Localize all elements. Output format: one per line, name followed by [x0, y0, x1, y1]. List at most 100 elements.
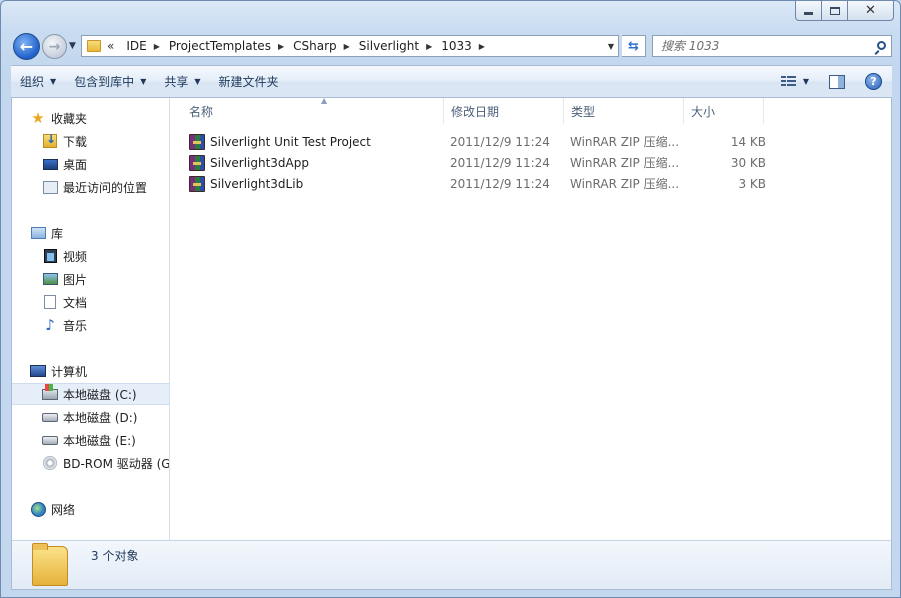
file-type: WinRAR ZIP 压缩... [570, 156, 680, 170]
nav-label: 收藏夹 [51, 111, 88, 126]
close-button[interactable]: ✕ [848, 1, 894, 21]
caption-buttons: ✕ [795, 1, 894, 21]
help-icon[interactable]: ? [865, 73, 882, 90]
column-header-size[interactable]: 大小 [684, 98, 764, 124]
file-list[interactable]: ▲ 名称 修改日期 类型 大小 Silverlight Unit Test Pr… [171, 96, 893, 540]
file-name-cell: Silverlight3dApp [189, 152, 444, 173]
chevron-right-icon[interactable]: ▶ [341, 42, 353, 51]
nav-documents[interactable]: 文档 [12, 291, 169, 313]
back-button[interactable]: ← [13, 33, 40, 60]
downloads-folder-icon [42, 132, 58, 149]
share-button[interactable]: 共享 ▼ [155, 70, 209, 94]
column-label: 名称 [189, 104, 214, 119]
column-header-name[interactable]: ▲ 名称 [182, 96, 444, 124]
refresh-icon: ⇆ [628, 38, 639, 54]
winrar-archive-icon [189, 133, 205, 150]
minimize-icon [804, 12, 813, 15]
search-input[interactable] [653, 37, 871, 55]
nav-recent-places[interactable]: 最近访问的位置 [12, 176, 169, 198]
back-arrow-icon: ← [19, 37, 34, 56]
file-type: WinRAR ZIP 压缩... [570, 177, 680, 191]
file-size: 30 KB [730, 155, 766, 170]
breadcrumb-label: Silverlight [358, 39, 420, 53]
file-row[interactable]: Silverlight Unit Test Project 2011/12/9 … [186, 131, 770, 152]
nav-libraries[interactable]: 库 [12, 222, 169, 244]
chevron-right-icon[interactable]: ▶ [423, 42, 435, 51]
nav-label: 图片 [63, 272, 88, 287]
breadcrumb-label: IDE [126, 39, 147, 53]
forward-arrow-icon: → [48, 38, 61, 55]
search-box [652, 35, 892, 57]
nav-label: 本地磁盘 (E:) [63, 433, 136, 448]
nav-label: 文档 [63, 295, 88, 310]
column-label: 类型 [571, 104, 596, 119]
include-in-library-button[interactable]: 包含到库中 ▼ [65, 70, 155, 94]
nav-network[interactable]: 网络 [12, 498, 169, 520]
breadcrumb-projecttemplates[interactable]: ProjectTemplates ▶ [165, 39, 287, 53]
video-icon [42, 248, 58, 264]
nav-drive-e[interactable]: 本地磁盘 (E:) [12, 429, 169, 451]
forward-button[interactable]: → [42, 34, 67, 59]
nav-favorites[interactable]: ★ 收藏夹 [12, 107, 169, 129]
chevron-right-icon[interactable]: ▶ [151, 42, 163, 51]
column-header-modified[interactable]: 修改日期 [444, 98, 564, 124]
breadcrumb-silverlight[interactable]: Silverlight ▶ [355, 39, 435, 53]
address-bar[interactable]: « IDE ▶ ProjectTemplates ▶ CSharp ▶ Silv… [81, 35, 619, 57]
nav-pictures[interactable]: 图片 [12, 268, 169, 290]
breadcrumb-csharp[interactable]: CSharp ▶ [289, 39, 353, 53]
nav-label: 本地磁盘 (C:) [63, 387, 137, 402]
column-header-type[interactable]: 类型 [564, 98, 684, 124]
navigation-pane[interactable]: ★ 收藏夹 下载 桌面 最近访问的位置 库 视频 [12, 98, 170, 540]
sort-ascending-icon: ▲ [321, 96, 328, 105]
document-icon [42, 294, 58, 310]
search-icon[interactable] [871, 40, 891, 51]
hard-drive-icon [42, 409, 58, 425]
nav-music[interactable]: ♪ 音乐 [12, 314, 169, 336]
breadcrumb-overflow[interactable]: « [107, 39, 114, 53]
toolbar-right-group: ▼ ? [780, 73, 892, 90]
chevron-down-icon: ▼ [140, 77, 147, 86]
organize-button[interactable]: 组织 ▼ [11, 70, 65, 94]
system-drive-icon [42, 383, 58, 402]
nav-videos[interactable]: 视频 [12, 245, 169, 267]
file-row[interactable]: Silverlight3dLib 2011/12/9 11:24 WinRAR … [186, 173, 770, 194]
file-name: Silverlight3dLib [210, 176, 304, 191]
nav-computer[interactable]: 计算机 [12, 360, 169, 382]
network-icon [30, 501, 46, 517]
preview-pane-icon[interactable] [829, 74, 845, 89]
picture-icon [42, 271, 58, 287]
chevron-down-icon: ▼ [194, 77, 201, 86]
nav-drive-c[interactable]: 本地磁盘 (C:) [12, 383, 169, 405]
column-label: 大小 [691, 104, 716, 119]
nav-drive-d[interactable]: 本地磁盘 (D:) [12, 406, 169, 428]
recent-places-icon [42, 179, 58, 195]
nav-desktop[interactable]: 桌面 [12, 153, 169, 175]
view-details-icon[interactable] [780, 75, 797, 88]
details-pane: 3 个对象 [11, 540, 892, 590]
library-icon [30, 225, 46, 241]
file-modified: 2011/12/9 11:24 [450, 176, 550, 191]
view-options-dropdown[interactable]: ▼ [803, 77, 809, 86]
address-history-dropdown[interactable]: ▼ [604, 42, 618, 51]
folder-icon [32, 543, 68, 586]
breadcrumb-ide[interactable]: IDE ▶ [122, 39, 163, 53]
file-name-cell: Silverlight3dLib [189, 173, 444, 194]
nav-label: 本地磁盘 (D:) [63, 410, 138, 425]
nav-downloads[interactable]: 下载 [12, 130, 169, 152]
command-bar: 组织 ▼ 包含到库中 ▼ 共享 ▼ 新建文件夹 ▼ ? [11, 65, 892, 98]
nav-label: 下载 [63, 134, 88, 149]
new-folder-button[interactable]: 新建文件夹 [210, 70, 288, 94]
maximize-button[interactable] [822, 1, 848, 21]
winrar-archive-icon [189, 175, 205, 192]
maximize-icon [829, 6, 840, 15]
chevron-right-icon[interactable]: ▶ [476, 42, 488, 51]
refresh-button[interactable]: ⇆ [622, 35, 646, 57]
recent-pages-dropdown[interactable]: ▼ [69, 41, 76, 51]
file-size: 14 KB [730, 134, 766, 149]
chevron-right-icon[interactable]: ▶ [275, 42, 287, 51]
new-folder-label: 新建文件夹 [218, 75, 279, 89]
file-row[interactable]: Silverlight3dApp 2011/12/9 11:24 WinRAR … [186, 152, 770, 173]
breadcrumb-1033[interactable]: 1033 ▶ [437, 39, 488, 53]
nav-bd-rom[interactable]: BD-ROM 驱动器 (G [12, 452, 169, 474]
minimize-button[interactable] [795, 1, 822, 21]
